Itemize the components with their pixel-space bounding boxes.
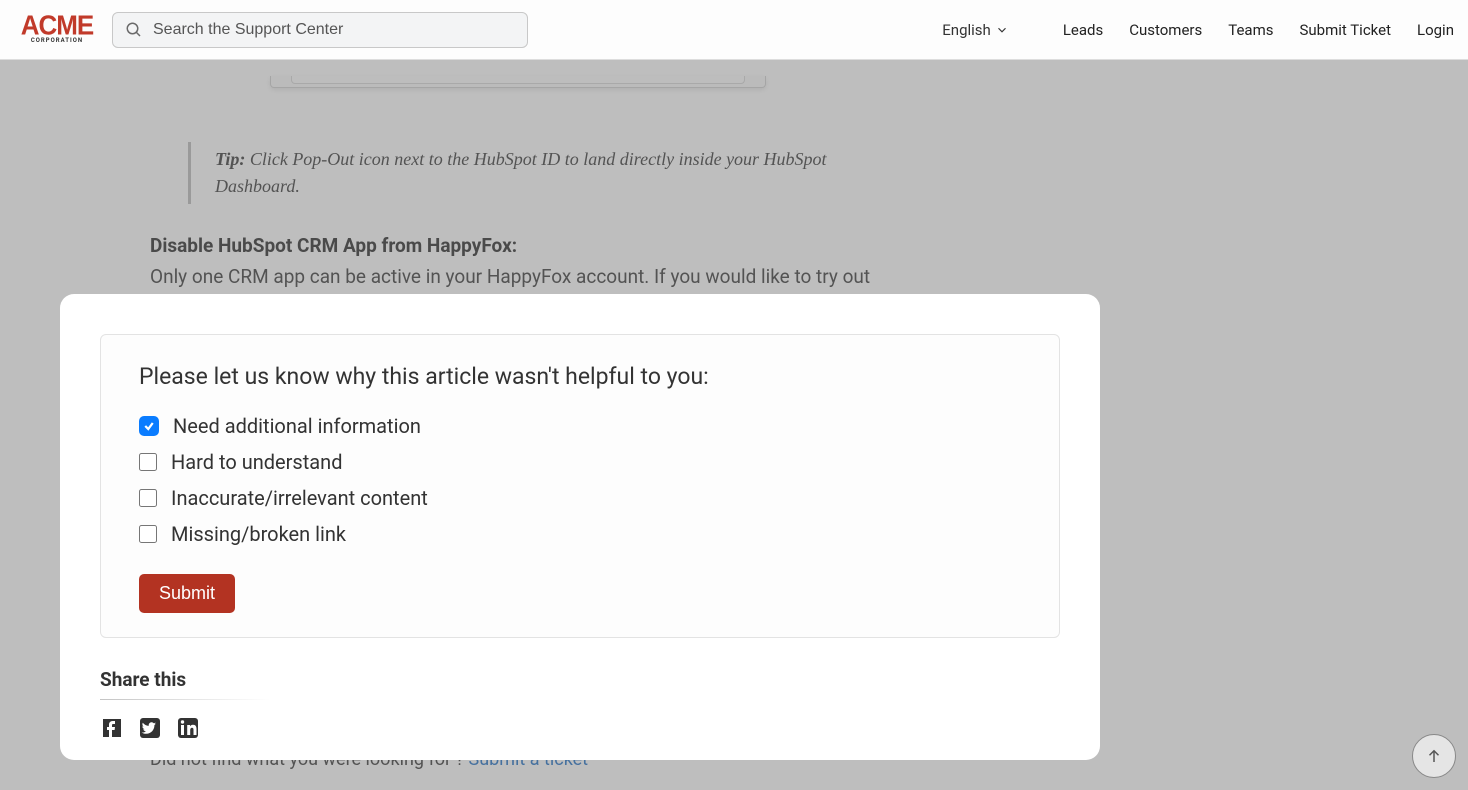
feedback-modal: Please let us know why this article wasn… [60, 294, 1100, 760]
social-row [100, 716, 1060, 740]
feedback-option-3-label[interactable]: Inaccurate/irrelevant content [171, 486, 428, 510]
checkbox-checked[interactable] [139, 416, 159, 436]
nav-customers[interactable]: Customers [1129, 21, 1202, 39]
search-icon [125, 21, 143, 39]
feedback-option-4[interactable]: Missing/broken link [139, 522, 1021, 546]
linkedin-icon[interactable] [176, 716, 200, 740]
feedback-option-4-label[interactable]: Missing/broken link [171, 522, 346, 546]
nav-submit-ticket[interactable]: Submit Ticket [1299, 21, 1391, 39]
language-selector[interactable]: English [942, 21, 1009, 39]
checkbox[interactable] [139, 525, 157, 543]
nav-login[interactable]: Login [1417, 21, 1454, 39]
feedback-option-2-label[interactable]: Hard to understand [171, 450, 343, 474]
scroll-to-top-button[interactable] [1412, 734, 1456, 778]
facebook-icon[interactable] [100, 716, 124, 740]
chevron-down-icon [995, 23, 1009, 37]
header: ACME CORPORATION English Leads Customers… [0, 0, 1468, 60]
language-label: English [942, 21, 991, 39]
feedback-title: Please let us know why this article wasn… [139, 363, 1021, 390]
checkbox[interactable] [139, 489, 157, 507]
feedback-option-3[interactable]: Inaccurate/irrelevant content [139, 486, 1021, 510]
checkbox[interactable] [139, 453, 157, 471]
share-heading: Share this [100, 668, 1060, 699]
check-icon [143, 420, 155, 432]
feedback-box: Please let us know why this article wasn… [100, 334, 1060, 638]
submit-button[interactable]: Submit [139, 574, 235, 613]
logo-text: ACME [21, 15, 94, 37]
arrow-up-icon [1425, 747, 1443, 765]
share-divider [100, 699, 270, 700]
logo[interactable]: ACME CORPORATION [14, 12, 100, 48]
nav-leads[interactable]: Leads [1063, 21, 1103, 39]
search-container[interactable] [112, 12, 528, 48]
nav-teams[interactable]: Teams [1228, 21, 1273, 39]
twitter-icon[interactable] [138, 716, 162, 740]
feedback-option-1-label[interactable]: Need additional information [173, 414, 421, 438]
search-input[interactable] [153, 21, 515, 39]
feedback-option-1[interactable]: Need additional information [139, 414, 1021, 438]
feedback-option-2[interactable]: Hard to understand [139, 450, 1021, 474]
